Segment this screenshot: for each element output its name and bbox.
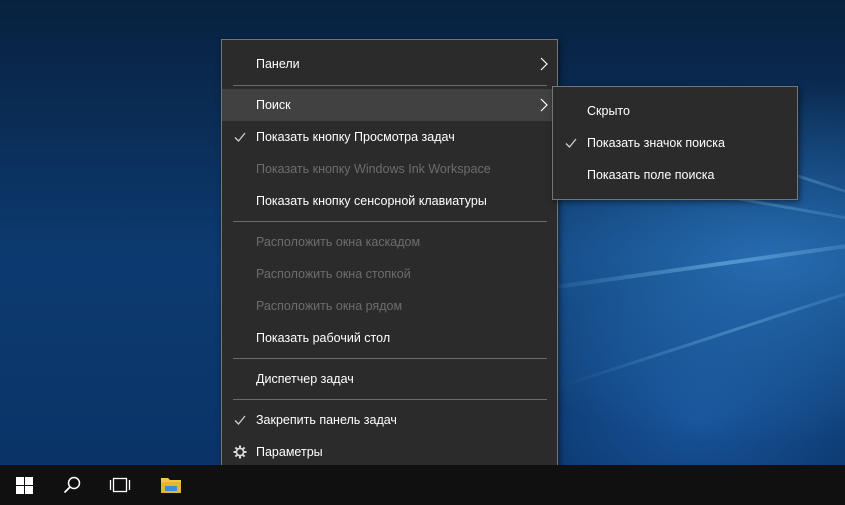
menu-item-label: Скрыто [587, 104, 630, 118]
menu-item-label: Закрепить панель задач [256, 413, 397, 427]
menu-item-label: Расположить окна рядом [256, 299, 403, 313]
submenu-item-show-search-icon[interactable]: Показать значок поиска [553, 127, 797, 159]
menu-item-show-desktop[interactable]: Показать рабочий стол [222, 322, 557, 354]
menu-item-label: Диспетчер задач [256, 372, 354, 386]
checkmark-icon [234, 132, 246, 142]
menu-item-side-by-side-windows: Расположить окна рядом [222, 290, 557, 322]
file-explorer-icon [161, 478, 181, 493]
taskbar-context-menu: Панели Поиск Показать кнопку Просмотра з… [221, 39, 558, 477]
menu-item-task-manager[interactable]: Диспетчер задач [222, 363, 557, 395]
file-explorer-button[interactable] [147, 465, 195, 505]
submenu-item-hidden[interactable]: Скрыто [553, 95, 797, 127]
task-view-icon [109, 477, 131, 493]
search-submenu: Скрыто Показать значок поиска Показать п… [552, 86, 798, 200]
menu-separator [233, 399, 547, 400]
menu-item-settings[interactable]: Параметры [222, 436, 557, 468]
start-button[interactable] [0, 465, 48, 505]
menu-separator [233, 358, 547, 359]
checkmark-icon [234, 415, 246, 425]
menu-item-label: Расположить окна стопкой [256, 267, 411, 281]
menu-item-label: Показать поле поиска [587, 168, 715, 182]
menu-separator [233, 85, 547, 86]
wallpaper-light-beam [559, 267, 845, 388]
checkmark-icon [565, 138, 577, 148]
menu-separator [233, 221, 547, 222]
taskbar-search-button[interactable] [48, 465, 96, 505]
menu-item-label: Показать кнопку сенсорной клавиатуры [256, 194, 487, 208]
search-icon [63, 476, 81, 494]
menu-item-stack-windows: Расположить окна стопкой [222, 258, 557, 290]
task-view-button[interactable] [96, 465, 144, 505]
taskbar [0, 465, 845, 505]
menu-item-label: Поиск [256, 98, 291, 112]
gear-icon [233, 445, 247, 459]
menu-item-label: Показать значок поиска [587, 136, 725, 150]
menu-item-show-windows-ink-button: Показать кнопку Windows Ink Workspace [222, 153, 557, 185]
menu-item-label: Расположить окна каскадом [256, 235, 421, 249]
menu-item-show-touch-keyboard-button[interactable]: Показать кнопку сенсорной клавиатуры [222, 185, 557, 217]
menu-item-label: Показать кнопку Просмотра задач [256, 130, 455, 144]
menu-item-label: Параметры [256, 445, 323, 459]
menu-item-cascade-windows: Расположить окна каскадом [222, 226, 557, 258]
chevron-right-icon [540, 57, 548, 71]
submenu-item-show-search-box[interactable]: Показать поле поиска [553, 159, 797, 191]
wallpaper-light-beam [519, 231, 845, 294]
menu-item-panels[interactable]: Панели [222, 48, 557, 80]
chevron-right-icon [540, 98, 548, 112]
menu-item-label: Показать кнопку Windows Ink Workspace [256, 162, 491, 176]
menu-item-show-task-view-button[interactable]: Показать кнопку Просмотра задач [222, 121, 557, 153]
menu-item-search[interactable]: Поиск [222, 89, 557, 121]
menu-item-label: Показать рабочий стол [256, 331, 391, 345]
menu-item-label: Панели [256, 57, 300, 71]
menu-item-lock-taskbar[interactable]: Закрепить панель задач [222, 404, 557, 436]
windows-start-icon [15, 476, 33, 494]
